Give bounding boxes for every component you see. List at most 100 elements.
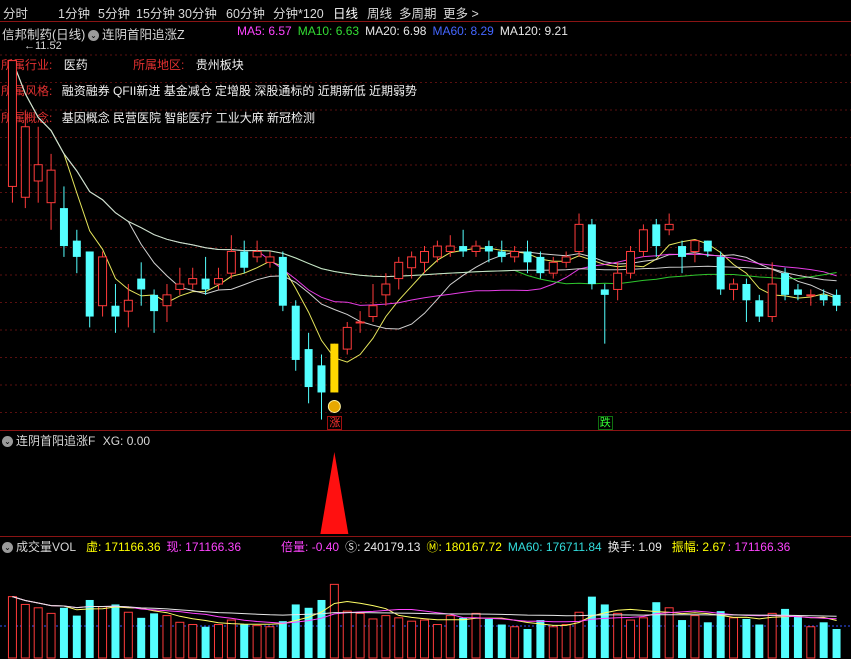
volume-legend-item-3: Ⓢ: 240179.13 xyxy=(345,540,421,554)
volume-bar xyxy=(226,619,236,659)
candle-body xyxy=(742,284,751,301)
volume-bar xyxy=(497,624,506,658)
volume-bar xyxy=(33,607,43,659)
candle-body xyxy=(729,283,739,290)
candle-body xyxy=(59,208,68,247)
candle-body xyxy=(484,246,493,252)
candle-body xyxy=(20,126,30,198)
candle-body xyxy=(536,256,545,274)
candle-body xyxy=(600,289,609,295)
ma-line-10 xyxy=(11,60,837,330)
volume-ma-10 xyxy=(12,596,837,624)
volume-legend-item-4: Ⓜ: 180167.72 xyxy=(426,540,502,554)
volume-bar xyxy=(368,618,378,659)
volume-legend-item-2: 倍量: -0.40 xyxy=(281,540,340,554)
candle-body xyxy=(548,261,558,274)
ma-line-5 xyxy=(11,60,837,363)
candle-body xyxy=(33,164,43,182)
panel2-title[interactable]: 连阴首阳追涨F xyxy=(16,434,95,448)
volume-bar xyxy=(59,607,68,658)
volume-bar xyxy=(510,626,520,659)
volume-bar xyxy=(626,619,636,659)
volume-bar xyxy=(664,607,674,659)
volume-bar xyxy=(111,604,120,658)
volume-bar xyxy=(561,624,571,659)
volume-bar xyxy=(252,625,262,659)
volume-bar xyxy=(137,617,146,658)
volume-bar xyxy=(304,607,313,658)
volume-bar xyxy=(317,599,326,658)
volume-bar xyxy=(832,628,841,658)
volume-legend-item-1: 现: 171166.36 xyxy=(166,540,242,554)
volume-bar xyxy=(355,612,365,659)
candle-body xyxy=(278,256,287,306)
panel3-header: ⌄ 成交量VOL xyxy=(2,538,76,555)
volume-bar xyxy=(98,606,108,659)
volume-legend-item-8: : 171166.36 xyxy=(727,540,791,554)
signal-down-label: 跌 xyxy=(597,416,613,430)
candle-body xyxy=(394,261,404,280)
volume-bar xyxy=(548,626,558,659)
candle-body xyxy=(806,294,816,297)
candle-body xyxy=(226,250,236,274)
signal-up-label: 涨 xyxy=(327,416,343,430)
candle-body xyxy=(201,278,210,290)
volume-bar xyxy=(240,624,249,658)
candle-body xyxy=(98,256,108,307)
candle-body xyxy=(716,256,725,290)
volume-bar xyxy=(150,613,159,658)
panel3-title[interactable]: 成交量VOL xyxy=(16,540,76,554)
volume-bar xyxy=(652,602,661,658)
volume-bar xyxy=(793,615,802,658)
candle-body xyxy=(767,283,777,318)
volume-ma-60 xyxy=(12,596,837,617)
volume-legend-item-5: MA60: 176711.84 xyxy=(507,540,602,554)
volume-bar xyxy=(7,596,17,659)
candle-body xyxy=(252,250,262,258)
candle-body xyxy=(150,294,159,312)
volume-bar xyxy=(638,617,648,659)
volume-bar xyxy=(213,624,223,659)
candle-body xyxy=(72,240,81,257)
volume-bar xyxy=(329,583,339,659)
volume-bar xyxy=(407,620,417,659)
volume-bar xyxy=(72,615,81,658)
candle-body xyxy=(213,278,223,285)
candle-body xyxy=(7,60,17,187)
candle-body xyxy=(690,240,700,252)
candle-body xyxy=(755,300,764,317)
chevron-down-icon[interactable]: ⌄ xyxy=(2,542,13,554)
volume-legend-item-7: 振幅: 2.67 xyxy=(671,540,726,554)
volume-bar xyxy=(342,610,352,659)
candle-body xyxy=(497,251,506,257)
candle-body xyxy=(587,224,596,285)
candle-body xyxy=(291,305,300,360)
candle-body xyxy=(355,321,365,324)
chevron-down-icon[interactable]: ⌄ xyxy=(2,436,13,448)
volume-bar xyxy=(278,621,287,658)
panel2-header: ⌄ 连阴首阳追涨F XG: 0.00 xyxy=(2,432,150,449)
volume-bar xyxy=(729,617,739,659)
candle-body xyxy=(407,256,417,269)
volume-bar xyxy=(265,626,275,659)
volume-bar xyxy=(381,615,391,659)
candle-body xyxy=(471,245,481,252)
volume-bar xyxy=(523,628,532,658)
candle-body xyxy=(137,278,146,290)
volume-legend: 虚: 171166.36 现: 171166.36 倍量: -0.40 Ⓢ: 2401… xyxy=(86,538,790,555)
volume-bar xyxy=(536,620,545,658)
candle-body xyxy=(781,273,790,295)
volume-bar xyxy=(742,618,751,658)
kline-chart[interactable] xyxy=(0,0,851,659)
volume-bar xyxy=(459,617,468,658)
volume-bar xyxy=(613,612,623,659)
candle-body xyxy=(381,283,391,296)
candle-body xyxy=(793,289,802,295)
volume-bar xyxy=(175,621,185,659)
volume-bar xyxy=(819,622,828,658)
candle-body xyxy=(523,251,532,263)
volume-bar xyxy=(587,596,596,658)
volume-bar xyxy=(678,620,687,658)
candle-body xyxy=(678,246,687,257)
volume-bar xyxy=(291,604,300,658)
